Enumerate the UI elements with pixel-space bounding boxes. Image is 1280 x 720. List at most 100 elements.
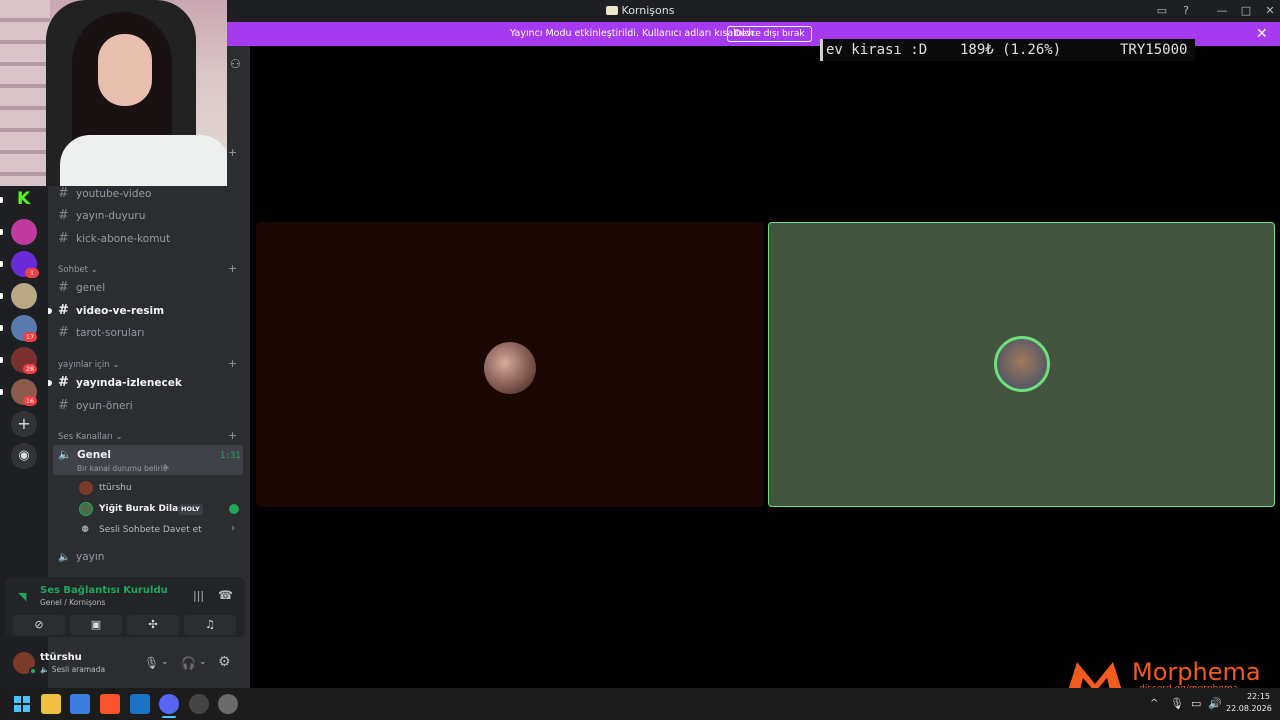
ticker-amount: 189₺ (1.26%) [960, 42, 1062, 58]
signal-icon[interactable]: ◥ [18, 590, 26, 603]
avatar [994, 336, 1050, 392]
channel-yayin-duyuru[interactable]: # yayın-duyuru [58, 206, 243, 226]
webcam-shirt [60, 135, 227, 186]
outlook-icon[interactable] [130, 694, 150, 714]
server-unread-pill [0, 389, 3, 395]
webcam-overlay [0, 0, 227, 186]
server-unread-pill [0, 261, 3, 267]
server-kick[interactable]: K [11, 187, 37, 213]
hash-icon: # [58, 208, 69, 223]
gear-icon[interactable]: ⚙ [218, 654, 231, 670]
explore-icon[interactable]: ◉ [11, 443, 37, 469]
voice-channel-yayin[interactable]: 🔈 yayın [58, 547, 243, 567]
disable-streamer-mode-button[interactable]: Devre dışı bırak [727, 26, 812, 42]
invite-to-voice-link[interactable]: Sesli Sohbete Davet et [99, 525, 202, 535]
tray-chevron-icon[interactable]: ^ [1150, 698, 1158, 709]
camera-button[interactable]: ⊘ [13, 615, 65, 635]
speaker-icon: 🔈 [58, 448, 72, 461]
add-server-icon[interactable]: + [11, 411, 37, 437]
obs-icon[interactable] [189, 694, 209, 714]
category-yayinlar[interactable]: yayınlar için ⌄ [58, 360, 119, 370]
webcam-face [98, 34, 152, 106]
ticker-text: ev kirası :D [826, 42, 928, 58]
banner-message: Yayıncı Modu etkinleştirildi. Kullanıcı … [510, 28, 757, 39]
hash-icon: # [58, 375, 69, 390]
add-channel-icon[interactable]: + [228, 262, 237, 275]
hash-icon: # [58, 231, 69, 246]
tray-monitor-icon[interactable]: ▭ [1191, 697, 1201, 710]
server-unread-pill [0, 357, 3, 363]
activities-button[interactable]: ✣ [127, 615, 179, 635]
server-okrobi[interactable] [11, 219, 37, 245]
headphones-icon[interactable]: 🎧 [181, 656, 196, 670]
voice-channel-genel[interactable]: 🔈 Genel 1:31 Bir kanal durumu belirle ✎ [53, 445, 243, 475]
voice-user-ttursu[interactable]: ttürshu [99, 483, 132, 493]
channel-genel[interactable]: # genel [58, 278, 243, 298]
active-app-indicator [162, 716, 176, 718]
server-mention-badge: 28 [23, 364, 37, 374]
speaker-icon: 🔈 [58, 552, 71, 563]
chevron-down-icon[interactable]: ⌄ [161, 657, 169, 667]
speaker-icon: 🔈 [40, 665, 50, 674]
noise-suppression-icon[interactable]: ||| [193, 589, 204, 602]
voice-status[interactable]: Ses Bağlantısı Kuruldu [40, 585, 168, 596]
screen-share-button[interactable]: ▣ [70, 615, 122, 635]
server-unread-pill [0, 229, 3, 235]
participant-tile-yigit[interactable] [768, 222, 1275, 507]
microphone-icon[interactable]: 🎙 [144, 656, 159, 670]
tray-volume-icon[interactable]: 🔊 [1208, 697, 1222, 710]
pencil-icon[interactable]: ✎ [163, 463, 170, 472]
add-channel-icon[interactable]: + [228, 429, 237, 442]
file-explorer-icon[interactable] [41, 694, 61, 714]
server-mention-badge: 17 [23, 332, 37, 342]
chevron-down-icon[interactable]: ⌄ [199, 657, 207, 667]
webcam-shelf [0, 0, 50, 186]
user-panel: ttürshu 🔈 Sesli aramada 🎙 ⌄ 🎧 ⌄ ⚙ [5, 648, 245, 682]
close-window-button[interactable]: ✕ [1262, 3, 1278, 19]
donation-ticker: ev kirası :D 189₺ (1.26%) TRY15000 [820, 39, 1195, 61]
participant-tile-ttursu[interactable] [256, 222, 764, 507]
add-channel-icon[interactable]: + [228, 146, 237, 159]
category-voice[interactable]: Ses Kanalları ⌄ [58, 432, 123, 442]
invite-icon: ⚉ [81, 525, 90, 535]
channel-oyun-oneri[interactable]: # oyun-öneri [58, 396, 243, 416]
server-mention-badge: 1 [25, 268, 39, 278]
app-logo-icon [605, 6, 618, 15]
soundboard-button[interactable]: ♫ [184, 615, 236, 635]
channel-youtube-video[interactable]: # youtube-video [58, 184, 243, 204]
hash-icon: # [58, 303, 69, 318]
windows-start-icon[interactable] [12, 694, 32, 714]
morphema-name: Morphema [1132, 658, 1261, 686]
clock-time[interactable]: 22:15 [1226, 692, 1270, 701]
username[interactable]: ttürshu [40, 652, 82, 663]
channel-kick-abone-komut[interactable]: # kick-abone-komut [58, 229, 243, 249]
channel-yayinda-izlenecek[interactable]: # yayında-izlenecek [58, 373, 243, 393]
channel-status[interactable]: Bir kanal durumu belirle [77, 464, 167, 473]
add-member-icon[interactable]: ⚇ [230, 57, 241, 71]
category-sohbet[interactable]: Sohbet ⌄ [58, 265, 98, 275]
add-channel-icon[interactable]: + [228, 357, 237, 370]
channel-tarot-sorulari[interactable]: # tarot-soruları [58, 323, 243, 343]
minimize-button[interactable]: — [1214, 3, 1230, 19]
store-icon[interactable] [70, 694, 90, 714]
voice-location[interactable]: Genel / Kornişons [40, 598, 105, 607]
server-unread-pill [0, 325, 3, 331]
inbox-icon[interactable]: ▭ [1154, 3, 1170, 19]
stream-indicator-icon [229, 504, 239, 514]
tray-microphone-icon[interactable]: 🎙 [1170, 697, 1184, 710]
hash-icon: # [58, 280, 69, 295]
discord-icon[interactable] [159, 694, 179, 714]
user-status: 🔈 Sesli aramada [40, 665, 106, 674]
maximize-button[interactable]: □ [1238, 3, 1254, 19]
channel-video-ve-resim[interactable]: # video-ve-resim [58, 301, 243, 321]
help-icon[interactable]: ? [1178, 3, 1194, 19]
clock-date[interactable]: 22.08.2026 [1226, 704, 1272, 713]
chevron-right-icon: › [231, 523, 235, 534]
disconnect-icon[interactable]: ☎ [218, 588, 233, 602]
brave-browser-icon[interactable] [100, 694, 120, 714]
avatar [79, 481, 93, 495]
settings-icon[interactable] [218, 694, 238, 714]
banner-close-icon[interactable]: ✕ [1256, 26, 1268, 42]
server-elephant[interactable] [11, 283, 37, 309]
avatar [79, 502, 93, 516]
